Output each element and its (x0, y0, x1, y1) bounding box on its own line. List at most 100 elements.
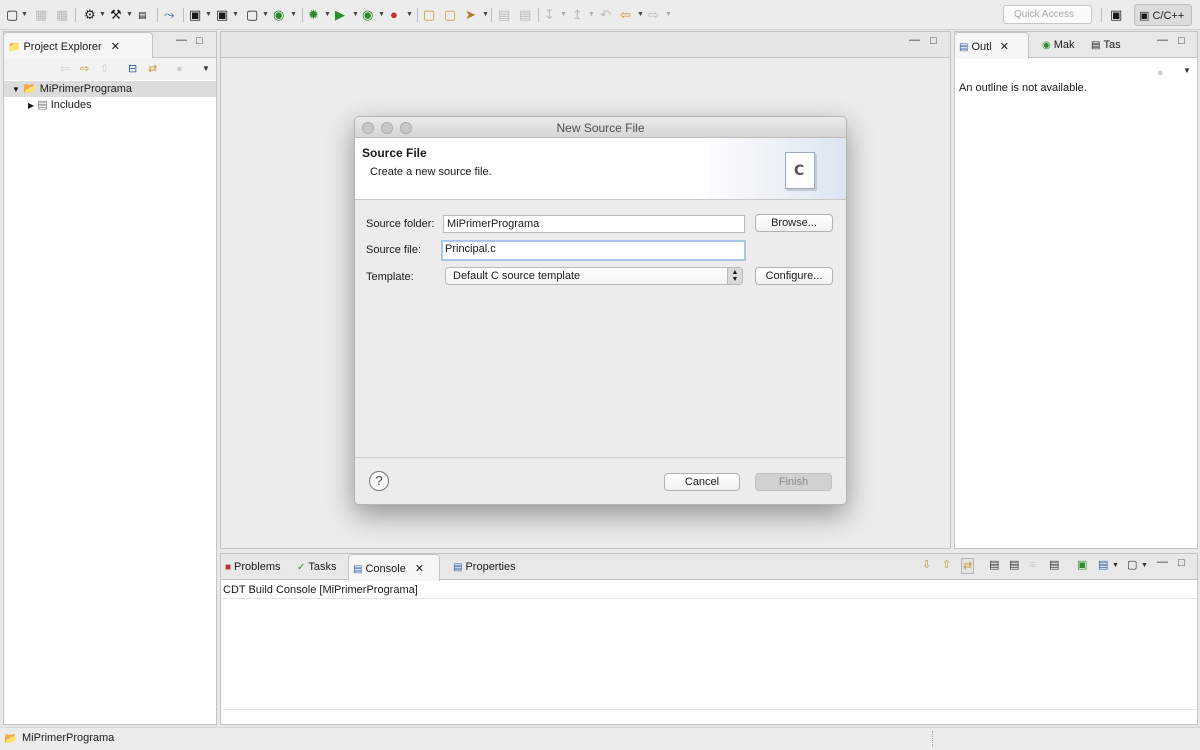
new-console-icon[interactable]: ▢ (1127, 559, 1137, 571)
tab-console[interactable]: ▤ Console ✕ (348, 554, 440, 581)
toggle-mark-icon[interactable]: ▤ (498, 7, 510, 23)
maximize-icon[interactable]: □ (930, 35, 937, 47)
save-icon[interactable]: ▦ (35, 7, 47, 23)
new-dropdown-icon[interactable]: ▼ (21, 7, 28, 23)
run-dropdown-icon[interactable]: ▼ (352, 7, 359, 23)
maximize-icon[interactable]: □ (196, 35, 203, 47)
template-select[interactable]: Default C source template ▲ ▼ (445, 267, 743, 285)
tab-task-list[interactable]: ▤ Tas (1091, 32, 1121, 58)
back-icon[interactable]: ⇦ (60, 63, 69, 75)
view-menu-icon[interactable]: ▼ (1183, 65, 1191, 77)
debug-dropdown-icon[interactable]: ▼ (324, 7, 331, 23)
run-coverage-icon[interactable]: ◉ (362, 7, 373, 23)
close-icon[interactable]: ✕ (111, 41, 120, 53)
up-icon[interactable]: ⇧ (100, 63, 109, 75)
back-dropdown-icon[interactable]: ▼ (637, 7, 644, 23)
save-all-icon[interactable]: ▦ (56, 7, 68, 23)
minimize-icon[interactable]: — (1157, 34, 1168, 46)
prev-annotation-dropdown-icon[interactable]: ▼ (588, 7, 595, 23)
tab-tasks[interactable]: ✓ Tasks (297, 554, 337, 580)
pin-icon[interactable]: ▤ (1049, 559, 1059, 571)
open-element-icon[interactable]: ▢ (444, 7, 456, 23)
filter-icon[interactable]: ● (1157, 67, 1164, 79)
display-console-dropdown-icon[interactable]: ▼ (1112, 560, 1119, 572)
next-annotation-dropdown-icon[interactable]: ▼ (560, 7, 567, 23)
source-file-field[interactable]: Principal.c (441, 240, 746, 261)
tab-outline[interactable]: ▤ Outl ✕ (954, 32, 1029, 59)
new-c-project-dropdown-icon[interactable]: ▼ (205, 7, 212, 23)
finish-button[interactable]: Finish (755, 473, 832, 491)
tab-project-explorer[interactable]: 📁 Project Explorer ✕ (3, 32, 153, 59)
open-perspective-icon[interactable]: ▣ (1110, 7, 1122, 23)
display-console-icon[interactable]: ▤ (1098, 559, 1108, 571)
close-icon[interactable]: ✕ (415, 563, 424, 575)
tab-problems[interactable]: ■ Problems (225, 554, 281, 580)
expanded-arrow-icon[interactable]: ▼ (12, 85, 20, 94)
tab-properties[interactable]: ▤ Properties (453, 554, 516, 580)
new-folder-dropdown-icon[interactable]: ▼ (232, 7, 239, 23)
external-tools-dropdown-icon[interactable]: ▼ (406, 7, 413, 23)
view-menu-icon[interactable]: ▼ (202, 63, 210, 75)
new-c-project-icon[interactable]: ▣ (189, 7, 201, 23)
build-icon[interactable]: ⚒ (110, 7, 122, 23)
scroll-up-icon[interactable]: ⇧ (942, 559, 951, 571)
maximize-icon[interactable]: □ (1178, 557, 1185, 569)
source-folder-field[interactable]: MiPrimerPrograma (443, 215, 745, 233)
tab-make-target[interactable]: ◉ Mak (1042, 32, 1075, 58)
debug-icon[interactable]: ✹ (308, 7, 319, 23)
collapsed-arrow-icon[interactable]: ▶ (28, 101, 34, 110)
view-menu-filter-icon[interactable]: ● (176, 63, 183, 75)
skip-breakpoints-icon[interactable]: ⤳ (164, 7, 174, 23)
build-config-icon[interactable]: ⚙ (84, 7, 96, 23)
build-config-dropdown-icon[interactable]: ▼ (99, 7, 106, 23)
search-dropdown-icon[interactable]: ▼ (482, 7, 489, 23)
tree-item-includes[interactable]: ▶ ▤ Includes (4, 97, 92, 113)
run-coverage-dropdown-icon[interactable]: ▼ (378, 7, 385, 23)
forward-dropdown-icon[interactable]: ▼ (665, 7, 672, 23)
help-button[interactable]: ? (369, 471, 389, 491)
cancel-button[interactable]: Cancel (664, 473, 740, 491)
forward-icon[interactable]: ⇨ (80, 63, 89, 75)
prev-annotation-icon[interactable]: ↥ (572, 7, 583, 23)
word-wrap-icon[interactable]: ≡ (1029, 559, 1035, 571)
copy-icon[interactable]: ▤ (1009, 559, 1019, 571)
tree-item-project[interactable]: ▼ 📂 MiPrimerPrograma (4, 81, 216, 97)
new-source-file-dropdown-icon[interactable]: ▼ (262, 7, 269, 23)
select-arrows-icon[interactable]: ▲ ▼ (727, 268, 742, 284)
close-icon[interactable]: ✕ (1000, 41, 1009, 53)
last-edit-icon[interactable]: ↶ (600, 7, 611, 23)
banner-title: Source File (362, 146, 427, 160)
minimize-icon[interactable]: — (909, 34, 920, 46)
new-console-dropdown-icon[interactable]: ▼ (1141, 560, 1148, 572)
minimize-icon[interactable]: — (176, 34, 187, 46)
new-class-icon[interactable]: ◉ (273, 7, 284, 23)
console-output[interactable] (222, 598, 1196, 710)
back-icon[interactable]: ⇦ (620, 7, 631, 23)
new-class-dropdown-icon[interactable]: ▼ (290, 7, 297, 23)
new-source-file-icon[interactable]: ▢ (246, 7, 258, 23)
run-icon[interactable]: ▶ (335, 7, 345, 23)
cpp-perspective-button[interactable]: ▣ C/C++ (1134, 4, 1192, 26)
open-console-icon[interactable]: ▣ (1077, 559, 1087, 571)
minimize-icon[interactable]: — (1157, 556, 1168, 568)
scroll-down-icon[interactable]: ⇩ (922, 559, 931, 571)
collapse-all-icon[interactable]: ⊟ (128, 63, 137, 75)
external-tools-icon[interactable]: ● (390, 7, 398, 23)
forward-icon[interactable]: ⇨ (648, 7, 659, 23)
link-icon[interactable]: ⇄ (961, 558, 975, 574)
maximize-icon[interactable]: □ (1178, 35, 1185, 47)
configure-button[interactable]: Configure... (755, 267, 833, 285)
binary-icon[interactable]: ▤ (138, 7, 147, 23)
open-type-icon[interactable]: ▢ (423, 7, 435, 23)
build-dropdown-icon[interactable]: ▼ (126, 7, 133, 23)
search-icon[interactable]: ➤ (465, 7, 476, 23)
new-icon[interactable]: ▢ (6, 7, 18, 23)
new-folder-icon[interactable]: ▣ (216, 7, 228, 23)
link-with-editor-icon[interactable]: ⇄ (148, 63, 157, 75)
quick-access-input[interactable]: Quick Access (1003, 5, 1092, 24)
browse-button[interactable]: Browse... (755, 214, 833, 232)
clear-console-icon[interactable]: ▤ (989, 559, 999, 571)
next-annotation-icon[interactable]: ↧ (544, 7, 555, 23)
toggle-block-icon[interactable]: ▤ (519, 7, 531, 23)
dialog-separator (355, 457, 846, 458)
